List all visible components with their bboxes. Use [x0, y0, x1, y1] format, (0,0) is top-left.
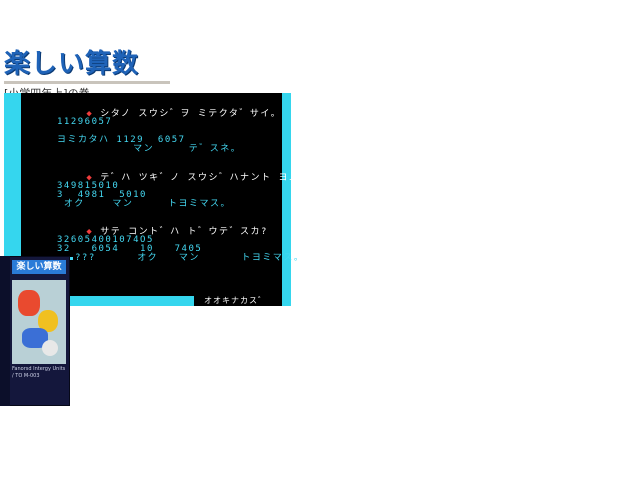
logo-underline [4, 81, 170, 84]
box-art: 楽しい算数 Fanorsd Intergy Units / TO M-003 [0, 256, 70, 406]
box-spine [0, 256, 10, 406]
answer-line: マン テ゛スネ。 [57, 144, 242, 154]
answer-line: 11296057 [57, 117, 113, 127]
answer-line: オク マン トヨミマス。 [57, 199, 232, 209]
answer-input-line[interactable]: ??? オク マン トヨミマス。 [75, 253, 304, 263]
box-footer-text: Fanorsd Intergy Units / TO M-003 [12, 366, 66, 379]
box-title: 楽しい算数 [12, 260, 66, 274]
status-text: オオキナカス゛ [204, 296, 267, 305]
question-1-text: シタノ スウシ゛ヲ ミテクタ゛サイ。 [100, 109, 282, 119]
game-logo: 楽しい算数 [4, 49, 140, 79]
box-cover-illustration [12, 280, 66, 364]
status-bar: オオキナカス゛ [194, 296, 282, 306]
question-2-text: テ゛ハ ツキ゛ノ スウシ゛ハナント ヨムテ゛ショウ? [100, 173, 359, 183]
page: 楽しい算数 [小学四年上]の巻 ◆ シタノ スウシ゛ヲ ミテクタ゛サイ。 112… [0, 0, 640, 480]
